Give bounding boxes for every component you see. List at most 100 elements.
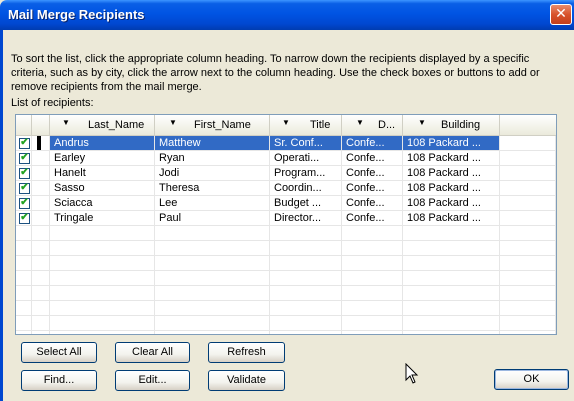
dropdown-arrow-icon[interactable]: ▼	[353, 118, 367, 127]
close-button[interactable]: ✕	[550, 4, 572, 25]
table-cell[interactable]: Confe...	[342, 211, 403, 226]
column-header-title[interactable]: ▼ Title	[270, 115, 342, 136]
checkbox-cell: ✔	[16, 181, 32, 196]
column-header-last-name[interactable]: ▼ Last_Name	[50, 115, 155, 136]
checkbox-icon: ✔	[20, 182, 29, 193]
table-cell	[270, 301, 342, 316]
find-button[interactable]: Find...	[21, 370, 97, 391]
table-cell[interactable]: Tringale	[50, 211, 155, 226]
table-cell	[50, 271, 155, 286]
column-header-filler	[500, 115, 556, 136]
table-cell[interactable]: Lee	[155, 196, 270, 211]
table-cell[interactable]: Operati...	[270, 151, 342, 166]
table-cell[interactable]: 108 Packard ...	[403, 196, 500, 211]
checkbox-icon: ✔	[20, 152, 29, 163]
row-selector[interactable]	[32, 151, 50, 166]
recipient-checkbox[interactable]: ✔	[19, 197, 30, 209]
ok-button[interactable]: OK	[494, 369, 569, 390]
column-header-first-name[interactable]: ▼ First_Name	[155, 115, 270, 136]
recipients-grid[interactable]: ▼ Last_Name ▼ First_Name ▼ Title ▼ D... …	[15, 114, 557, 335]
table-row[interactable]: ✔ Earley Ryan Operati... Confe... 108 Packard…	[16, 151, 556, 166]
column-header-building[interactable]: ▼ Building	[403, 115, 500, 136]
validate-button[interactable]: Validate	[208, 370, 285, 391]
dropdown-arrow-icon[interactable]: ▼	[415, 118, 429, 127]
table-cell[interactable]: Program...	[270, 166, 342, 181]
recipient-checkbox[interactable]: ✔	[19, 152, 30, 164]
table-cell	[270, 226, 342, 241]
table-row[interactable]: ✔ Sasso Theresa Coordin... Confe... 108 Packa…	[16, 181, 556, 196]
table-cell[interactable]: Theresa	[155, 181, 270, 196]
dropdown-arrow-icon[interactable]: ▼	[59, 118, 73, 127]
table-cell	[342, 256, 403, 271]
list-of-recipients-label: List of recipients:	[11, 97, 94, 109]
row-selector[interactable]	[32, 196, 50, 211]
table-cell[interactable]: Andrus	[50, 136, 155, 151]
title-bar[interactable]: Mail Merge Recipients ✕	[0, 0, 574, 30]
refresh-button[interactable]: Refresh	[208, 342, 285, 363]
checkbox-icon: ✔	[20, 212, 29, 223]
filler-cell	[500, 136, 556, 151]
table-cell[interactable]: Sasso	[50, 181, 155, 196]
table-cell[interactable]: Confe...	[342, 151, 403, 166]
mouse-cursor-icon	[405, 363, 419, 384]
table-cell	[155, 226, 270, 241]
row-selector[interactable]	[32, 211, 50, 226]
column-header-label: Last_Name	[88, 119, 145, 131]
dropdown-arrow-icon[interactable]: ▼	[166, 118, 180, 127]
table-cell	[155, 256, 270, 271]
select-all-button[interactable]: Select All	[21, 342, 97, 363]
recipient-checkbox[interactable]: ✔	[19, 212, 30, 224]
row-selector[interactable]	[32, 166, 50, 181]
table-row[interactable]: ✔ Sciacca Lee Budget ... Confe... 108 Packard…	[16, 196, 556, 211]
checkbox-cell	[16, 286, 32, 301]
table-cell	[155, 331, 270, 334]
table-cell[interactable]: Earley	[50, 151, 155, 166]
table-cell[interactable]: Director...	[270, 211, 342, 226]
table-cell[interactable]: Budget ...	[270, 196, 342, 211]
table-cell[interactable]: Jodi	[155, 166, 270, 181]
dropdown-arrow-icon[interactable]: ▼	[279, 118, 293, 127]
row-selector	[32, 271, 50, 286]
table-row[interactable]: ✔ Andrus Matthew Sr. Conf... Confe... 108 Pac…	[16, 136, 556, 151]
table-cell[interactable]: Paul	[155, 211, 270, 226]
table-cell	[403, 286, 500, 301]
table-cell[interactable]: Sr. Conf...	[270, 136, 342, 151]
recipient-checkbox[interactable]: ✔	[19, 167, 30, 179]
row-selector	[32, 331, 50, 334]
table-cell[interactable]: 108 Packard ...	[403, 166, 500, 181]
table-cell[interactable]: Confe...	[342, 136, 403, 151]
filler-cell	[500, 286, 556, 301]
empty-row	[16, 286, 556, 301]
column-header-d[interactable]: ▼ D...	[342, 115, 403, 136]
filler-cell	[500, 316, 556, 331]
table-cell[interactable]: 108 Packard ...	[403, 181, 500, 196]
checkbox-cell	[16, 226, 32, 241]
table-cell[interactable]: Ryan	[155, 151, 270, 166]
table-cell	[403, 226, 500, 241]
empty-row	[16, 256, 556, 271]
row-selector[interactable]	[32, 181, 50, 196]
table-row[interactable]: ✔ Hanelt Jodi Program... Confe... 108 Packard…	[16, 166, 556, 181]
checkbox-cell	[16, 316, 32, 331]
table-cell[interactable]: 108 Packard ...	[403, 151, 500, 166]
table-cell[interactable]: Confe...	[342, 181, 403, 196]
table-cell[interactable]: Coordin...	[270, 181, 342, 196]
table-row[interactable]: ✔ Tringale Paul Director... Confe... 108 Pack…	[16, 211, 556, 226]
filler-cell	[500, 196, 556, 211]
table-cell[interactable]: Matthew	[155, 136, 270, 151]
row-selector[interactable]	[32, 136, 50, 151]
table-cell[interactable]: 108 Packard ...	[403, 211, 500, 226]
row-selector	[32, 241, 50, 256]
table-cell[interactable]: Confe...	[342, 196, 403, 211]
clear-all-button[interactable]: Clear All	[115, 342, 190, 363]
recipient-checkbox[interactable]: ✔	[19, 137, 30, 149]
table-cell[interactable]: Hanelt	[50, 166, 155, 181]
edit-button[interactable]: Edit...	[115, 370, 190, 391]
recipient-checkbox[interactable]: ✔	[19, 182, 30, 194]
table-cell[interactable]: 108 Packard ...	[403, 136, 500, 151]
table-cell[interactable]: Confe...	[342, 166, 403, 181]
checkbox-cell: ✔	[16, 211, 32, 226]
empty-row	[16, 316, 556, 331]
filler-cell	[500, 241, 556, 256]
table-cell[interactable]: Sciacca	[50, 196, 155, 211]
